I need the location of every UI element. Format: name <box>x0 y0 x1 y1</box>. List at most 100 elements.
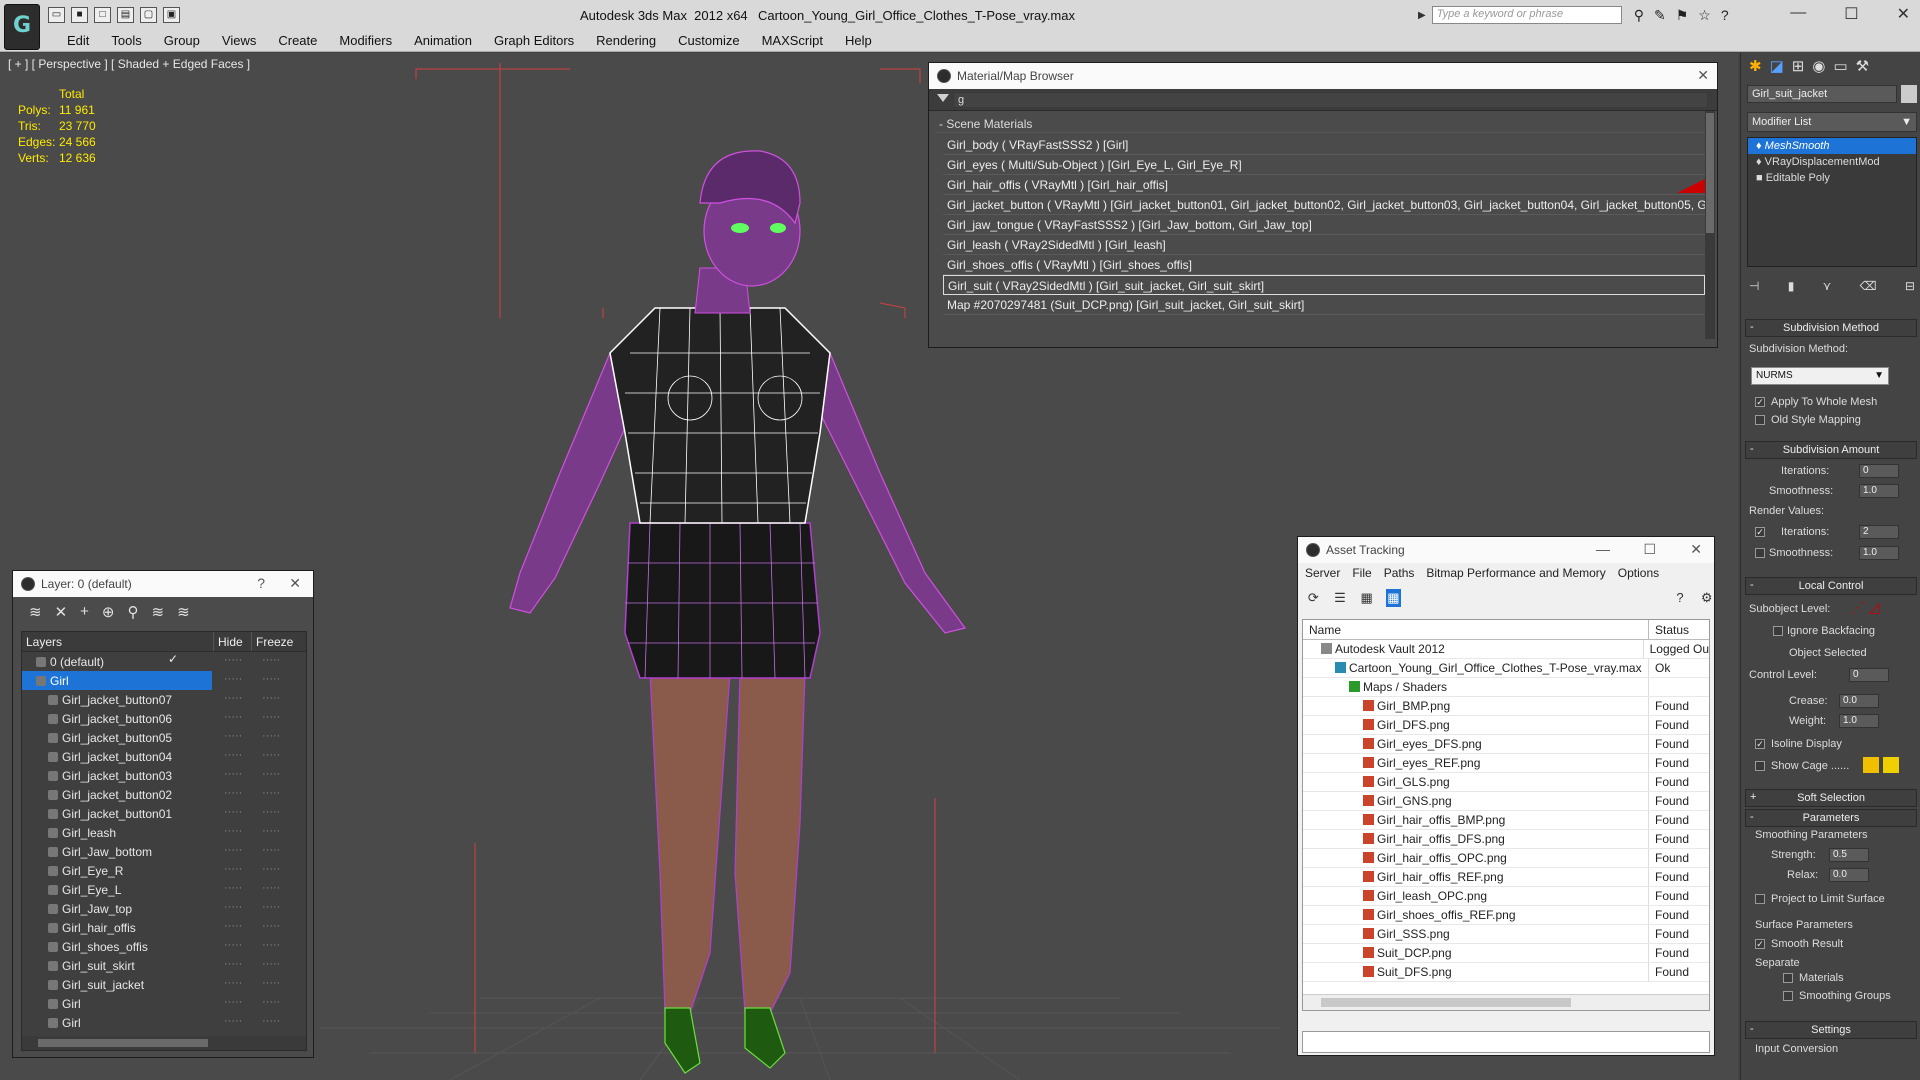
asset-row[interactable]: Girl_eyes_REF.png Found <box>1303 754 1709 773</box>
crease-spinner[interactable]: 0.0 <box>1839 694 1879 708</box>
layer-name-cell[interactable]: Girl_shoes_offis <box>22 937 212 956</box>
layer-hide-toggle[interactable]: ····· <box>212 994 250 1013</box>
save-icon[interactable]: ■ <box>71 7 88 23</box>
maximize-icon[interactable]: ☐ <box>1643 541 1656 558</box>
layer-name-cell[interactable]: Girl_leash <box>22 823 212 842</box>
layer-name-cell[interactable]: Girl_jacket_button05 <box>22 728 212 747</box>
layer-name-cell[interactable]: Girl_jacket_button06 <box>22 709 212 728</box>
skirt-mesh[interactable] <box>624 522 821 679</box>
material-item[interactable]: Girl_leash ( VRay2SidedMtl ) [Girl_leash… <box>943 235 1705 255</box>
layer-hide-toggle[interactable]: ····· <box>212 918 250 937</box>
asset-row[interactable]: Girl_DFS.png Found <box>1303 716 1709 735</box>
help-icon[interactable]: ? <box>257 575 265 591</box>
material-item[interactable]: Girl_eyes ( Multi/Sub-Object ) [Girl_Eye… <box>943 155 1705 175</box>
redo-icon[interactable]: ▣ <box>163 7 180 23</box>
column-status[interactable]: Status <box>1649 620 1689 639</box>
layer-hide-toggle[interactable]: ····· <box>212 937 250 956</box>
configure-sets-icon[interactable]: ⊟ <box>1905 279 1915 293</box>
layer-hide-toggle[interactable]: ····· <box>212 842 250 861</box>
layer-freeze-toggle[interactable]: ····· <box>250 671 288 690</box>
asset-row[interactable]: Girl_GLS.png Found <box>1303 773 1709 792</box>
select-objects-icon[interactable]: ⊕ <box>102 603 115 627</box>
layer-hide-toggle[interactable]: ····· <box>212 747 250 766</box>
layer-row[interactable]: ✓ 0 (default) ····· ····· <box>22 652 306 671</box>
viewport-label[interactable]: [ + ] [ Perspective ] [ Shaded + Edged F… <box>8 57 250 71</box>
scene-materials-header[interactable]: - Scene Materials <box>935 115 1711 133</box>
motion-tab-icon[interactable]: ◉ <box>1812 57 1825 79</box>
layer-hide-toggle[interactable]: ····· <box>212 956 250 975</box>
menu-item-help[interactable]: Help <box>834 30 883 51</box>
rollout-subdivision-amount[interactable]: - Subdivision Amount <box>1745 441 1917 459</box>
menu-item-rendering[interactable]: Rendering <box>585 30 667 51</box>
vertical-scrollbar[interactable] <box>1705 111 1715 339</box>
column-freeze[interactable]: Freeze <box>252 632 294 651</box>
menu-item-modifiers[interactable]: Modifiers <box>328 30 403 51</box>
rollout-subdivision-method[interactable]: - Subdivision Method <box>1745 319 1917 337</box>
layer-name-cell[interactable]: Girl_suit_jacket <box>22 975 212 994</box>
communication-icon[interactable]: ⚑ <box>1676 7 1689 24</box>
render-smoothness-spinner[interactable]: 1.0 <box>1859 546 1899 560</box>
layer-name-cell[interactable]: Girl_Jaw_top <box>22 899 212 918</box>
material-item[interactable]: Girl_shoes_offis ( VRayMtl ) [Girl_shoes… <box>943 255 1705 275</box>
horizontal-scrollbar[interactable] <box>1303 994 1709 1010</box>
layer-freeze-toggle[interactable]: ····· <box>250 823 288 842</box>
modifier-stack-item[interactable]: ♦ VRayDisplacementMod <box>1748 154 1916 170</box>
material-item[interactable]: Girl_jaw_tongue ( VRayFastSSS2 ) [Girl_J… <box>943 215 1705 235</box>
horizontal-scrollbar[interactable] <box>22 1036 306 1050</box>
utilities-tab-icon[interactable]: ⚒ <box>1856 57 1869 79</box>
layer-row[interactable]: Girl_suit_jacket ····· ····· <box>22 975 306 994</box>
layer-manager-titlebar[interactable]: Layer: 0 (default) ? ✕ <box>13 571 313 597</box>
layer-row[interactable]: Girl ····· ····· <box>22 671 306 690</box>
layer-freeze-toggle[interactable]: ····· <box>250 690 288 709</box>
layer-freeze-toggle[interactable]: ····· <box>250 956 288 975</box>
layer-freeze-toggle[interactable]: ····· <box>250 1013 288 1032</box>
asset-menu-server[interactable]: Server <box>1305 566 1340 583</box>
layer-row[interactable]: Girl_shoes_offis ····· ····· <box>22 937 306 956</box>
object-color-swatch[interactable] <box>1901 85 1917 103</box>
rollout-settings[interactable]: - Settings <box>1745 1021 1917 1039</box>
asset-menu-file[interactable]: File <box>1352 566 1371 583</box>
layer-freeze-toggle[interactable]: ····· <box>250 880 288 899</box>
light-bulb-icon[interactable]: ♦ <box>1756 140 1765 152</box>
delete-layer-icon[interactable]: ✕ <box>55 603 68 627</box>
asset-menu-paths[interactable]: Paths <box>1384 566 1415 583</box>
layer-name-cell[interactable]: Girl_Eye_L <box>22 880 212 899</box>
layer-freeze-toggle[interactable]: ····· <box>250 785 288 804</box>
layer-row[interactable]: Girl_jacket_button04 ····· ····· <box>22 747 306 766</box>
new-icon[interactable]: □ <box>94 7 111 23</box>
ignore-backfacing-checkbox[interactable] <box>1773 626 1783 636</box>
close-icon[interactable]: ✕ <box>1897 4 1910 24</box>
layer-freeze-toggle[interactable]: ····· <box>250 804 288 823</box>
list-view-icon[interactable]: ☰ <box>1333 589 1348 607</box>
layer-hide-toggle[interactable]: ····· <box>212 1013 250 1032</box>
menu-item-maxscript[interactable]: MAXScript <box>751 30 834 51</box>
old-style-mapping-checkbox[interactable] <box>1755 415 1765 425</box>
asset-tracking-titlebar[interactable]: Asset Tracking — ☐ ✕ <box>1298 537 1714 563</box>
highlight-layer-icon[interactable]: ⚲ <box>128 603 139 627</box>
layer-hide-toggle[interactable]: ····· <box>212 671 250 690</box>
asset-row[interactable]: Girl_hair_offis_DFS.png Found <box>1303 830 1709 849</box>
current-layer-check-icon[interactable]: ✓ <box>168 652 178 666</box>
menu-item-animation[interactable]: Animation <box>403 30 483 51</box>
pin-icon[interactable]: ⚙ <box>1699 589 1714 607</box>
layer-freeze-toggle[interactable]: ····· <box>250 747 288 766</box>
layer-freeze-toggle[interactable]: ····· <box>250 728 288 747</box>
layer-hide-toggle[interactable]: ····· <box>212 880 250 899</box>
asset-row[interactable]: Girl_leash_OPC.png Found <box>1303 887 1709 906</box>
expand-arrow-icon[interactable]: ▶ <box>1418 10 1426 21</box>
layer-hide-toggle[interactable]: ····· <box>212 709 250 728</box>
close-icon[interactable]: ✕ <box>289 575 301 592</box>
layer-row[interactable]: Girl_jacket_button03 ····· ····· <box>22 766 306 785</box>
menu-item-create[interactable]: Create <box>267 30 328 51</box>
layer-row[interactable]: Girl_Eye_R ····· ····· <box>22 861 306 880</box>
layer-freeze-toggle[interactable]: ····· <box>250 918 288 937</box>
cage-color-swatch-2[interactable] <box>1883 757 1899 773</box>
material-item[interactable]: Girl_jacket_button ( VRayMtl ) [Girl_jac… <box>943 195 1705 215</box>
layer-name-cell[interactable]: Girl_jacket_button02 <box>22 785 212 804</box>
layer-name-cell[interactable]: Girl_jacket_button04 <box>22 747 212 766</box>
hold-icon[interactable]: ▤ <box>117 7 134 23</box>
strength-spinner[interactable]: 0.5 <box>1829 848 1869 862</box>
pin-stack-icon[interactable]: ⊣ <box>1749 279 1759 293</box>
show-cage-checkbox[interactable] <box>1755 761 1765 771</box>
minimize-icon[interactable]: — <box>1790 4 1806 24</box>
